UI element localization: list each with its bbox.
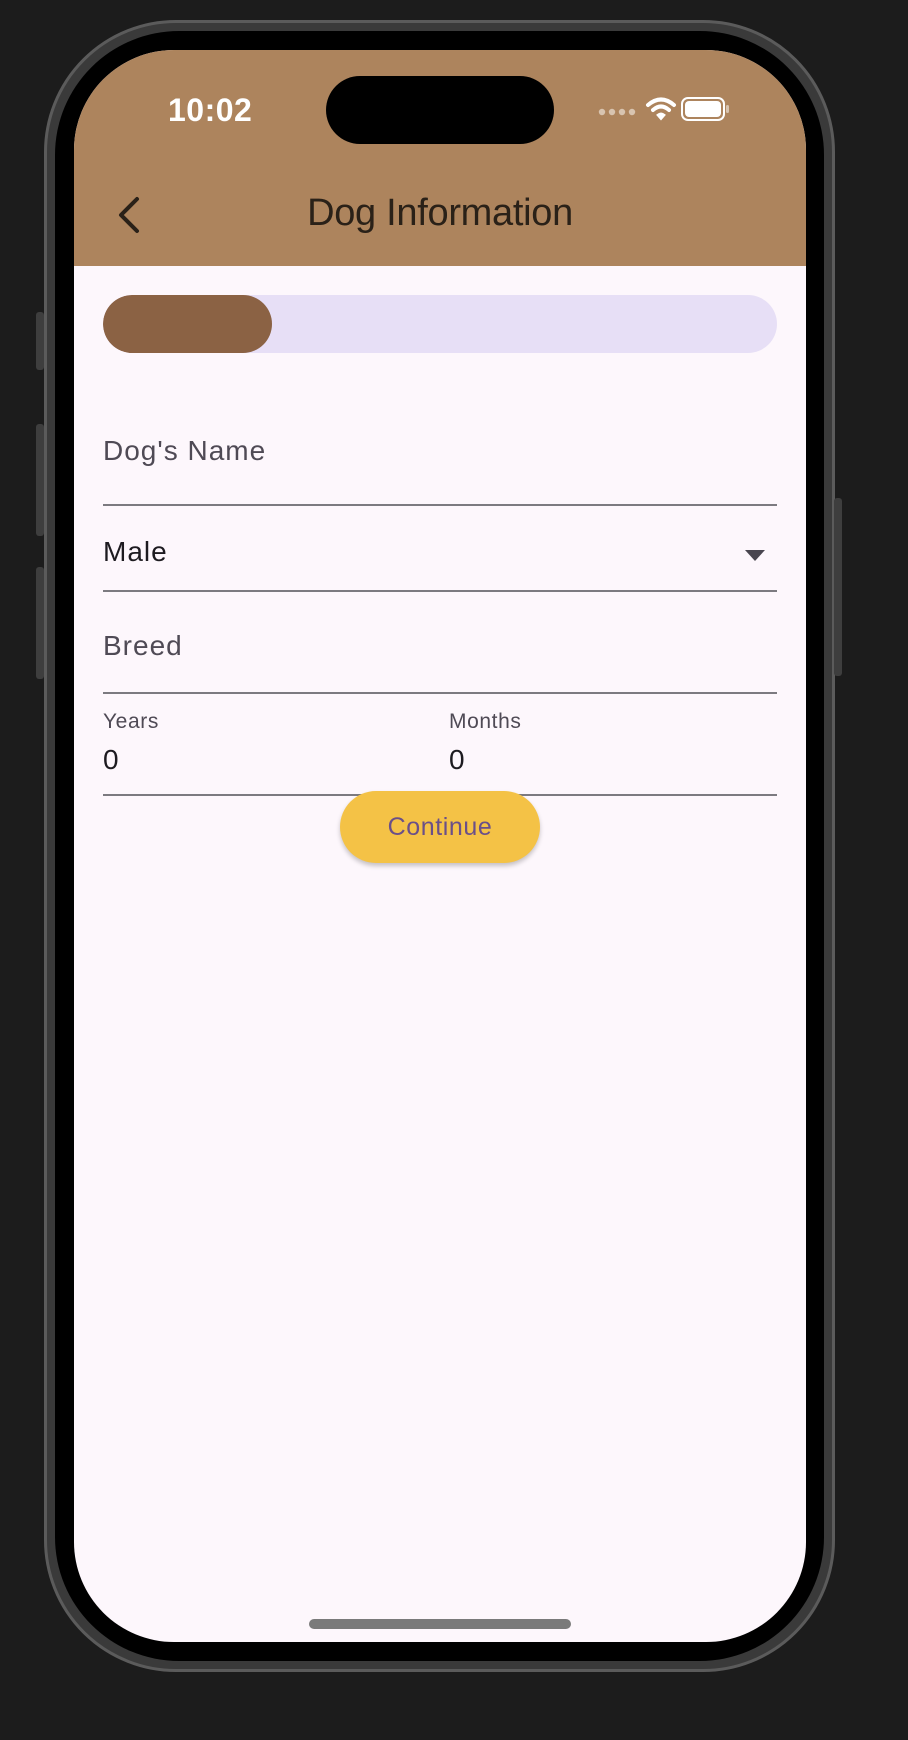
app-screen: 10:02 Dog Information Dog's Name Male Br…	[74, 50, 806, 1642]
status-icons	[598, 94, 748, 124]
dog-name-field[interactable]: Dog's Name	[103, 380, 777, 506]
wifi-icon	[646, 97, 676, 121]
gender-dropdown[interactable]: Male	[103, 506, 777, 592]
dynamic-island	[326, 76, 554, 144]
months-field[interactable]: Months 0	[449, 704, 777, 796]
battery-icon	[681, 97, 729, 121]
years-value: 0	[103, 744, 120, 775]
dog-name-label: Dog's Name	[103, 435, 267, 466]
breed-field[interactable]: Breed	[103, 592, 777, 694]
silent-switch	[36, 312, 44, 370]
volume-up-button	[36, 424, 44, 536]
years-label: Years	[103, 710, 159, 733]
progress-bar	[103, 295, 777, 353]
volume-down-button	[36, 567, 44, 679]
page-title: Dog Information	[307, 192, 573, 234]
years-field[interactable]: Years 0	[103, 704, 431, 796]
caret-down-icon	[745, 550, 765, 561]
power-button	[834, 498, 842, 676]
continue-button[interactable]: Continue	[340, 791, 540, 863]
progress-fill	[103, 295, 272, 353]
months-label: Months	[449, 710, 522, 733]
status-time: 10:02	[168, 92, 253, 128]
gender-value: Male	[103, 536, 168, 567]
signal-dots-icon	[598, 108, 636, 116]
breed-label: Breed	[103, 630, 183, 661]
home-indicator[interactable]	[309, 1619, 571, 1629]
app-bar: 10:02 Dog Information	[74, 50, 806, 266]
months-value: 0	[449, 744, 466, 775]
